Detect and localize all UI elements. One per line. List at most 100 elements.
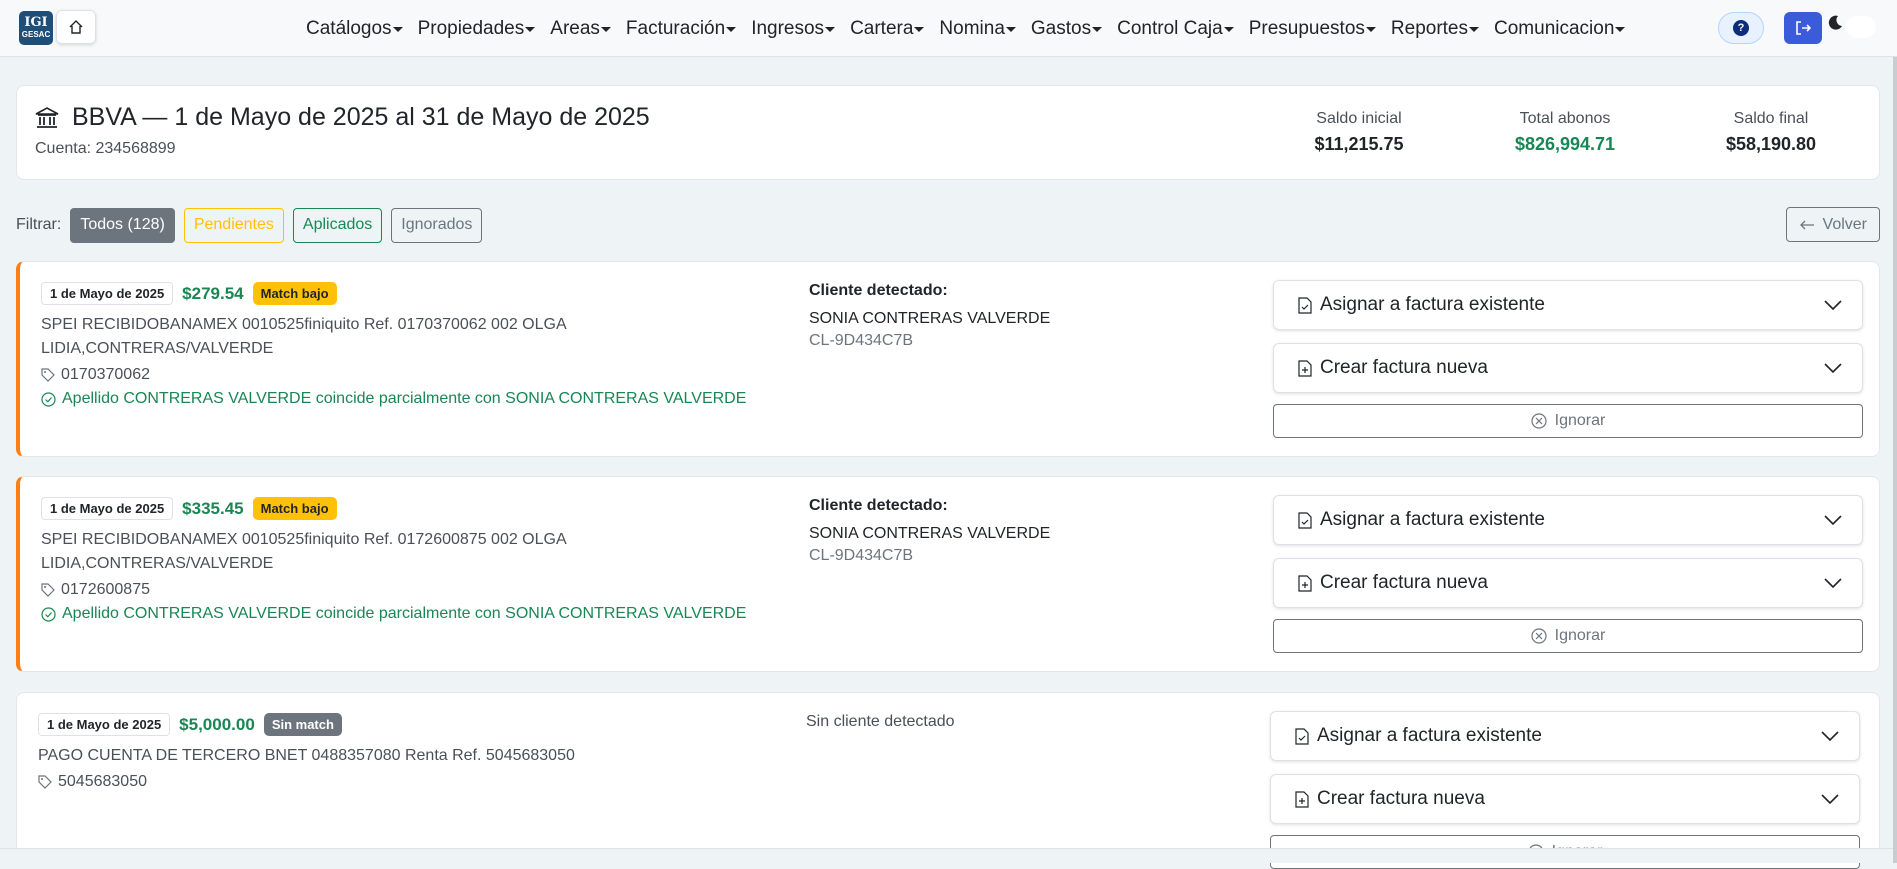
create-invoice-accordion[interactable]: Crear factura nueva xyxy=(1273,558,1863,608)
logout-icon xyxy=(1796,21,1812,35)
menu-facturacion[interactable]: Facturación xyxy=(626,18,737,40)
reference-value: 5045683050 xyxy=(58,773,147,790)
reference-value: 0172600875 xyxy=(61,581,150,598)
match-badge: Match bajo xyxy=(252,282,337,305)
check-circle-icon xyxy=(41,606,56,622)
menu-ingresos[interactable]: Ingresos xyxy=(751,18,835,40)
menu-areas[interactable]: Areas xyxy=(550,18,611,40)
match-note: Apellido CONTRERAS VALVERDE coincide par… xyxy=(41,605,801,623)
menu-comunicacion[interactable]: Comunicacion xyxy=(1494,18,1626,40)
logo-text-bottom: GESAC xyxy=(21,29,51,39)
match-note: Apellido CONTRERAS VALVERDE coincide par… xyxy=(41,390,801,408)
date-badge: 1 de Mayo de 2025 xyxy=(41,282,174,305)
reference: 0172600875 xyxy=(41,581,801,599)
check-circle-icon xyxy=(41,391,56,407)
menu-propiedades[interactable]: Propiedades xyxy=(418,18,536,40)
menu-control-caja[interactable]: Control Caja xyxy=(1117,18,1234,40)
stat-value: $58,190.80 xyxy=(1725,134,1817,154)
client-detected-label: Cliente detectado: xyxy=(809,497,948,514)
filter-bar: Filtrar: Todos (128) Pendientes Aplicado… xyxy=(16,207,1880,243)
statement-title: BBVA — 1 de Mayo de 2025 al 31 de Mayo d… xyxy=(34,103,650,132)
client-name: SONIA CONTRERAS VALVERDE xyxy=(809,310,1051,327)
assign-invoice-label: Asignar a factura existente xyxy=(1320,509,1545,530)
stat-total-abonos: Total abonos $826,994.71 xyxy=(1475,110,1655,155)
create-invoice-accordion[interactable]: Crear factura nueva xyxy=(1270,774,1860,824)
create-invoice-accordion[interactable]: Crear factura nueva xyxy=(1273,343,1863,393)
filter-pending-button[interactable]: Pendientes xyxy=(183,207,284,243)
ignore-label: Ignorar xyxy=(1554,627,1606,644)
create-invoice-label: Crear factura nueva xyxy=(1320,357,1488,378)
chevron-down-icon xyxy=(1824,300,1842,310)
stat-value: $826,994.71 xyxy=(1514,134,1616,154)
transaction-description: SPEI RECIBIDOBANAMEX 0010525finiquito Re… xyxy=(41,316,566,357)
stat-label: Saldo inicial xyxy=(1316,110,1402,127)
help-icon: ? xyxy=(1733,20,1749,36)
filter-applied-button[interactable]: Aplicados xyxy=(292,207,383,243)
transaction-card: 1 de Mayo de 2025 $279.54 Match bajo SPE… xyxy=(16,261,1880,457)
arrow-left-icon xyxy=(1799,220,1814,229)
assign-invoice-label: Asignar a factura existente xyxy=(1320,294,1545,315)
menu-nomina[interactable]: Nomina xyxy=(939,18,1017,40)
match-badge: Sin match xyxy=(263,713,342,736)
match-note-text: Apellido CONTRERAS VALVERDE coincide par… xyxy=(62,605,747,622)
help-button[interactable]: ? xyxy=(1718,12,1764,44)
logout-button[interactable] xyxy=(1784,12,1822,44)
ignore-button[interactable]: Ignorar xyxy=(1273,619,1863,653)
account-number: Cuenta: 234568899 xyxy=(35,140,176,157)
assign-invoice-accordion[interactable]: Asignar a factura existente xyxy=(1273,280,1863,330)
filter-label: Filtrar: xyxy=(16,216,62,233)
menu-catalogos[interactable]: Catálogos xyxy=(306,18,403,40)
file-plus-icon xyxy=(1298,359,1312,377)
home-button[interactable] xyxy=(56,10,96,44)
file-check-icon xyxy=(1298,296,1312,314)
statement-header-card: BBVA — 1 de Mayo de 2025 al 31 de Mayo d… xyxy=(16,85,1880,180)
ignore-button[interactable]: Ignorar xyxy=(1273,404,1863,438)
client-detected-label: Cliente detectado: xyxy=(809,282,948,299)
menu-reportes[interactable]: Reportes xyxy=(1391,18,1480,40)
client-name: SONIA CONTRERAS VALVERDE xyxy=(809,525,1051,542)
x-circle-icon xyxy=(1531,413,1547,429)
stat-saldo-inicial: Saldo inicial $11,215.75 xyxy=(1269,110,1449,155)
menu-gastos[interactable]: Gastos xyxy=(1031,18,1103,40)
transaction-description: SPEI RECIBIDOBANAMEX 0010525finiquito Re… xyxy=(41,531,566,572)
assign-invoice-label: Asignar a factura existente xyxy=(1317,725,1542,746)
stat-label: Saldo final xyxy=(1733,110,1809,127)
back-button-label: Volver xyxy=(1822,215,1867,233)
stat-value: $11,215.75 xyxy=(1314,134,1404,154)
moon-icon xyxy=(1828,15,1842,30)
amount: $335.45 xyxy=(182,498,244,518)
transaction-description: PAGO CUENTA DE TERCERO BNET 0488357080 R… xyxy=(38,747,575,764)
tag-icon xyxy=(41,368,55,382)
filter-all-button[interactable]: Todos (128) xyxy=(70,207,175,243)
transaction-card: 1 de Mayo de 2025 $335.45 Match bajo SPE… xyxy=(16,476,1880,672)
dark-mode-toggle[interactable] xyxy=(1846,16,1876,38)
chevron-down-icon xyxy=(1821,794,1839,804)
amount: $279.54 xyxy=(182,283,244,303)
menu-cartera[interactable]: Cartera xyxy=(850,18,925,40)
date-badge: 1 de Mayo de 2025 xyxy=(38,713,171,736)
assign-invoice-accordion[interactable]: Asignar a factura existente xyxy=(1270,711,1860,761)
filter-ignored-button[interactable]: Ignorados xyxy=(391,207,483,243)
reference: 5045683050 xyxy=(38,773,798,791)
date-badge: 1 de Mayo de 2025 xyxy=(41,497,174,520)
assign-invoice-accordion[interactable]: Asignar a factura existente xyxy=(1273,495,1863,545)
tag-icon xyxy=(41,583,55,597)
logo-text-top: IGI xyxy=(24,15,48,31)
app-logo[interactable]: IGI GESAC xyxy=(19,11,53,45)
file-plus-icon xyxy=(1295,790,1309,808)
reference-value: 0170370062 xyxy=(61,366,150,383)
amount: $5,000.00 xyxy=(179,714,255,734)
tag-icon xyxy=(38,775,52,789)
client-id: CL-9D434C7B xyxy=(809,547,914,564)
chevron-down-icon xyxy=(1821,731,1839,741)
menu-presupuestos[interactable]: Presupuestos xyxy=(1249,18,1377,40)
top-navbar: IGI GESAC Catálogos Propiedades Areas Fa… xyxy=(0,0,1897,57)
file-check-icon xyxy=(1295,727,1309,745)
scrollbar[interactable] xyxy=(1893,57,1897,863)
back-button[interactable]: Volver xyxy=(1785,207,1880,242)
bank-icon xyxy=(35,106,59,128)
transaction-card: 1 de Mayo de 2025 $5,000.00 Sin match PA… xyxy=(16,692,1880,869)
x-circle-icon xyxy=(1531,628,1547,644)
create-invoice-label: Crear factura nueva xyxy=(1320,572,1488,593)
stat-label: Total abonos xyxy=(1519,110,1611,127)
